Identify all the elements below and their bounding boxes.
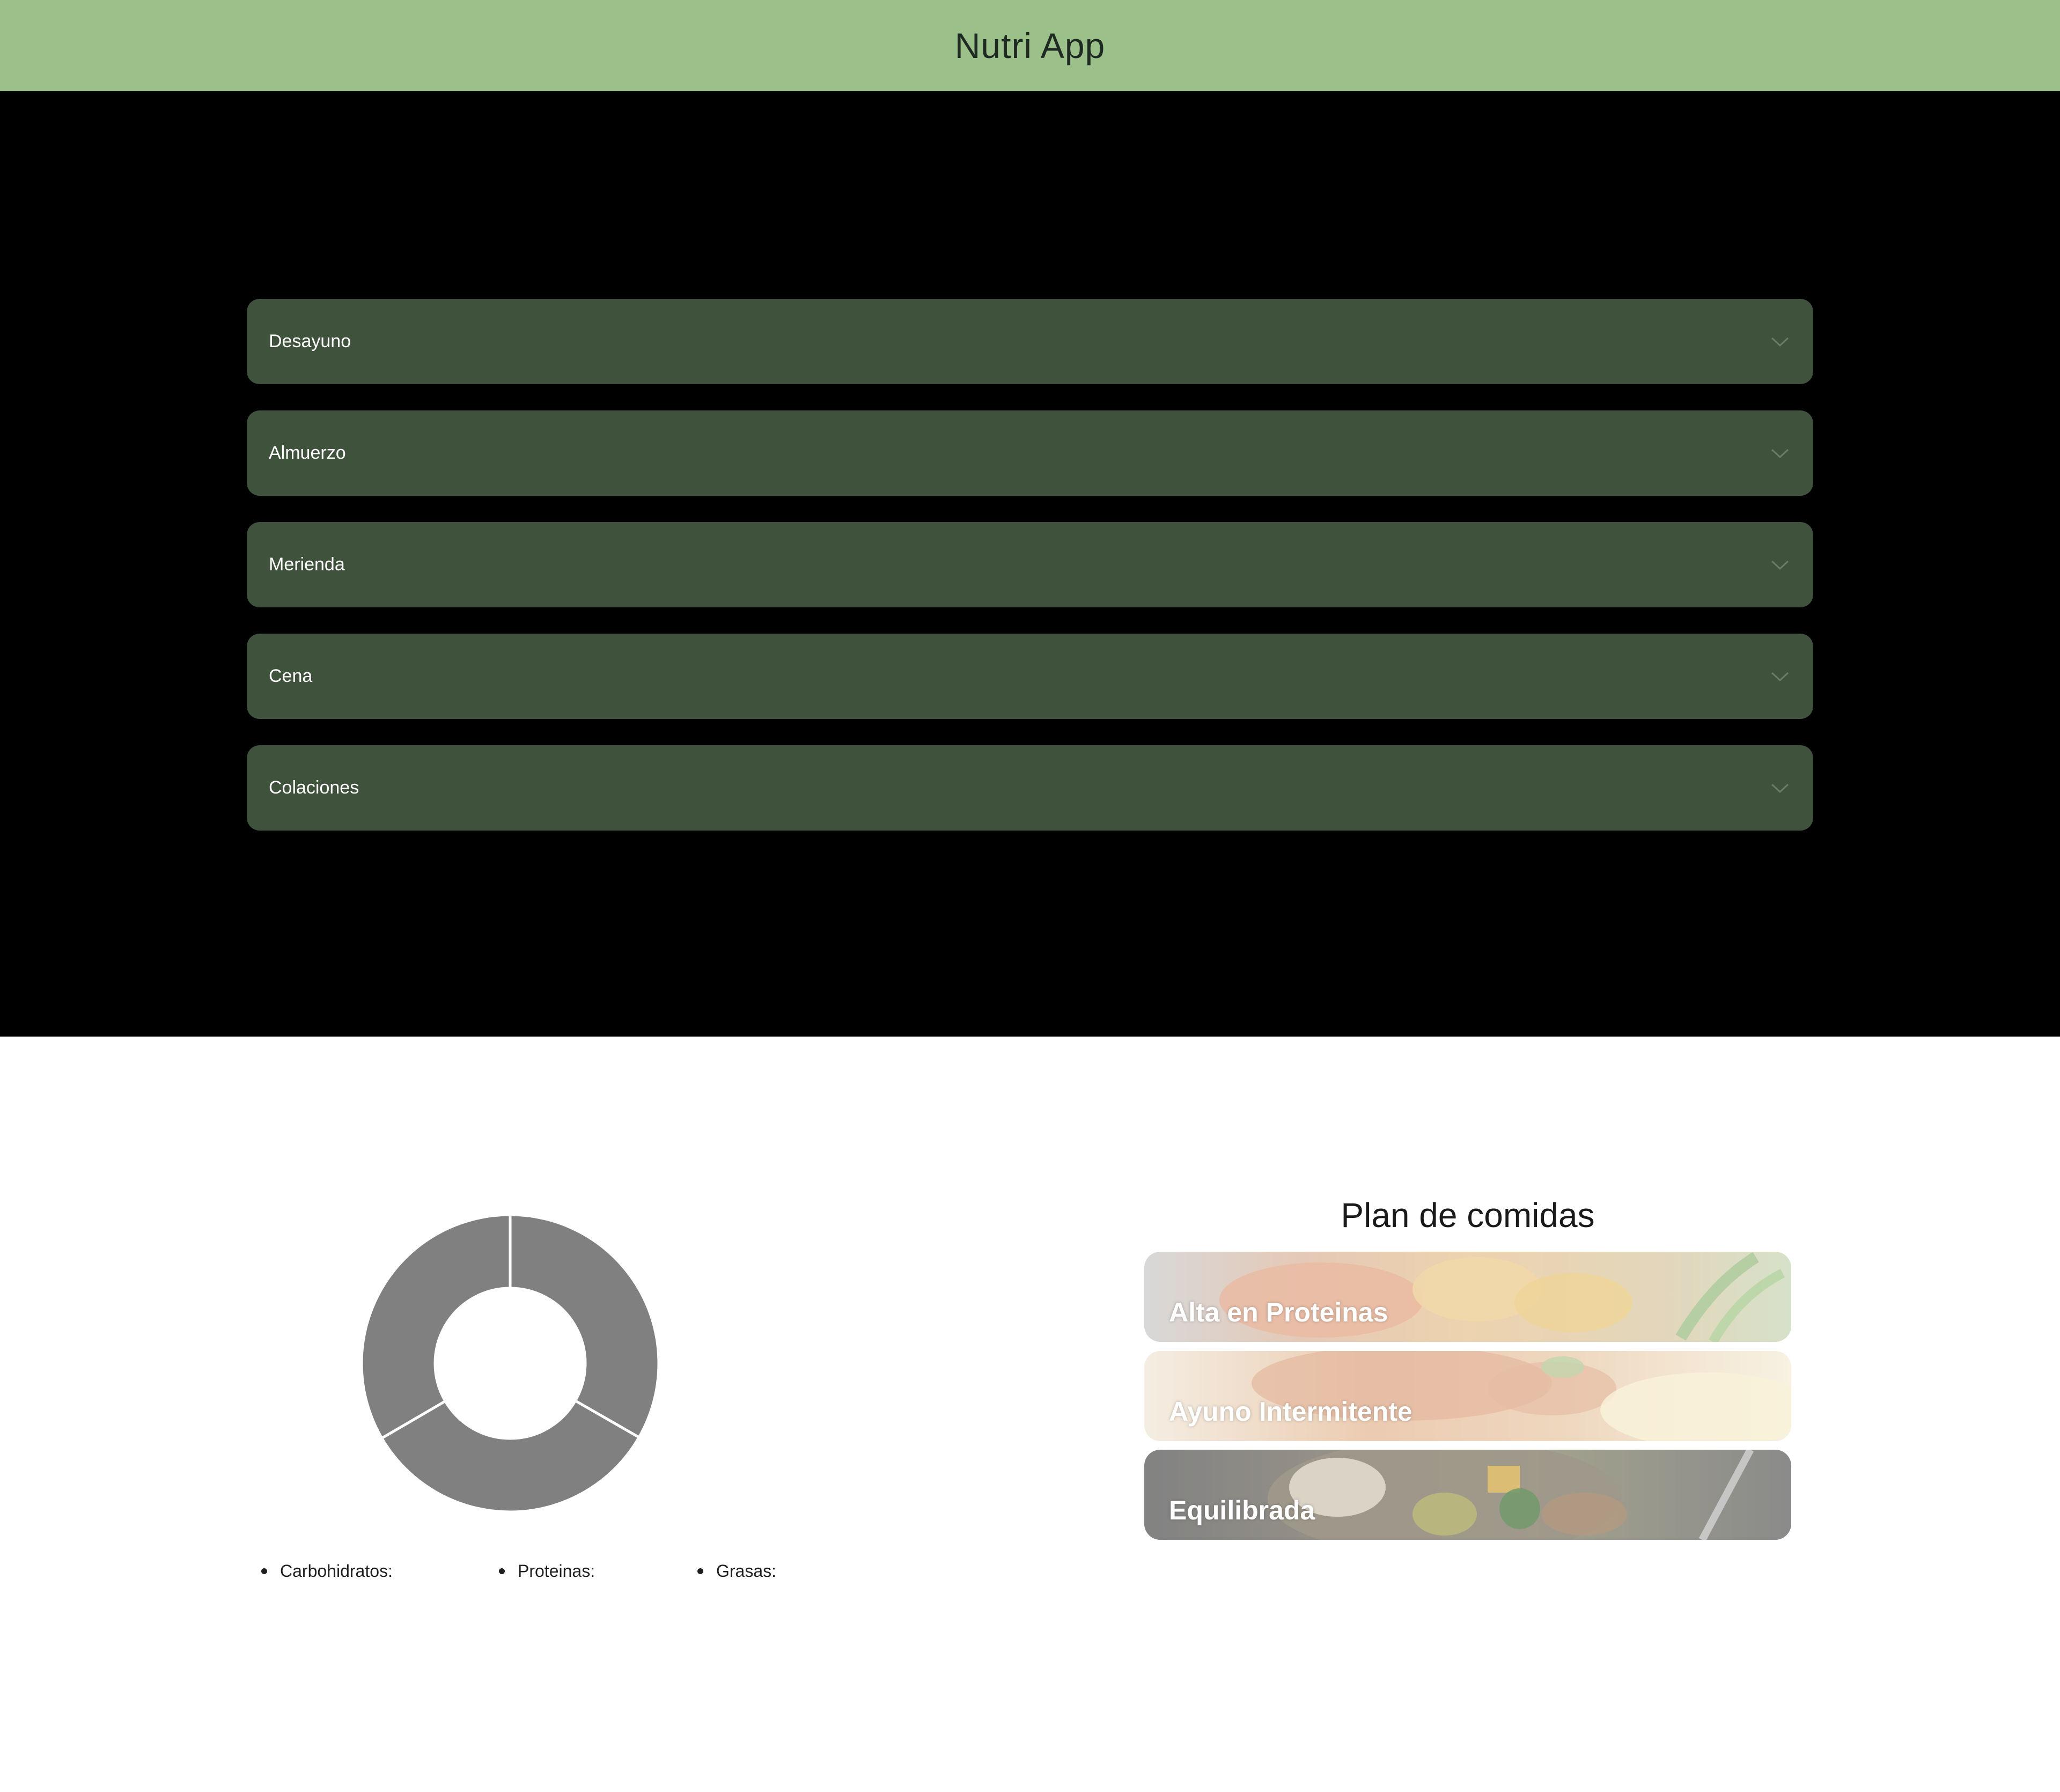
chevron-down-icon [1768,442,1792,465]
accordion-desayuno[interactable]: Desayuno [247,299,1813,384]
legend-label: Proteinas: [518,1561,595,1581]
donut-slice-proteinas [380,1399,641,1514]
donut-slice-grasas [360,1213,512,1440]
chevron-down-icon [1768,776,1792,800]
accordion-almuerzo[interactable]: Almuerzo [247,410,1813,496]
accordion-cena[interactable]: Cena [247,634,1813,719]
bullet-icon [697,1568,703,1574]
bullet-icon [499,1568,505,1574]
legend-label: Grasas: [716,1561,777,1581]
chevron-down-icon [1768,665,1792,688]
plan-card-ayuno-intermitente[interactable]: Ayuno Intermitente [1144,1351,1791,1441]
accordion-colaciones[interactable]: Colaciones [247,745,1813,831]
legend-label: Carbohidratos: [280,1561,393,1581]
accordion-label: Desayuno [269,331,351,351]
bullet-icon [261,1568,267,1574]
plan-label: Alta en Proteinas [1169,1297,1388,1327]
macros-legend: Carbohidratos: Proteinas: Grasas: [247,1561,837,1588]
app-header: Nutri App [0,0,2060,91]
plan-label: Equilibrada [1169,1495,1315,1525]
accordion-label: Cena [269,666,313,686]
macros-donut-chart [360,1213,660,1514]
plan-label: Ayuno Intermitente [1169,1397,1412,1427]
chevron-down-icon [1768,553,1792,577]
plan-card-alta-en-proteinas[interactable]: Alta en Proteinas [1144,1252,1791,1342]
donut-slice-carbohidratos [509,1213,660,1440]
plan-card-equilibrada[interactable]: Equilibrada [1144,1450,1791,1540]
accordion-label: Colaciones [269,777,359,798]
accordion-merienda[interactable]: Merienda [247,522,1813,607]
legend-item-carbohidratos: Carbohidratos: [261,1561,393,1581]
legend-item-grasas: Grasas: [697,1561,776,1581]
chevron-down-icon [1768,330,1792,354]
meal-plan-title: Plan de comidas [1341,1196,1595,1235]
accordion-label: Almuerzo [269,443,346,463]
app-title: Nutri App [954,26,1106,65]
legend-item-proteinas: Proteinas: [499,1561,595,1581]
accordion-label: Merienda [269,554,345,575]
